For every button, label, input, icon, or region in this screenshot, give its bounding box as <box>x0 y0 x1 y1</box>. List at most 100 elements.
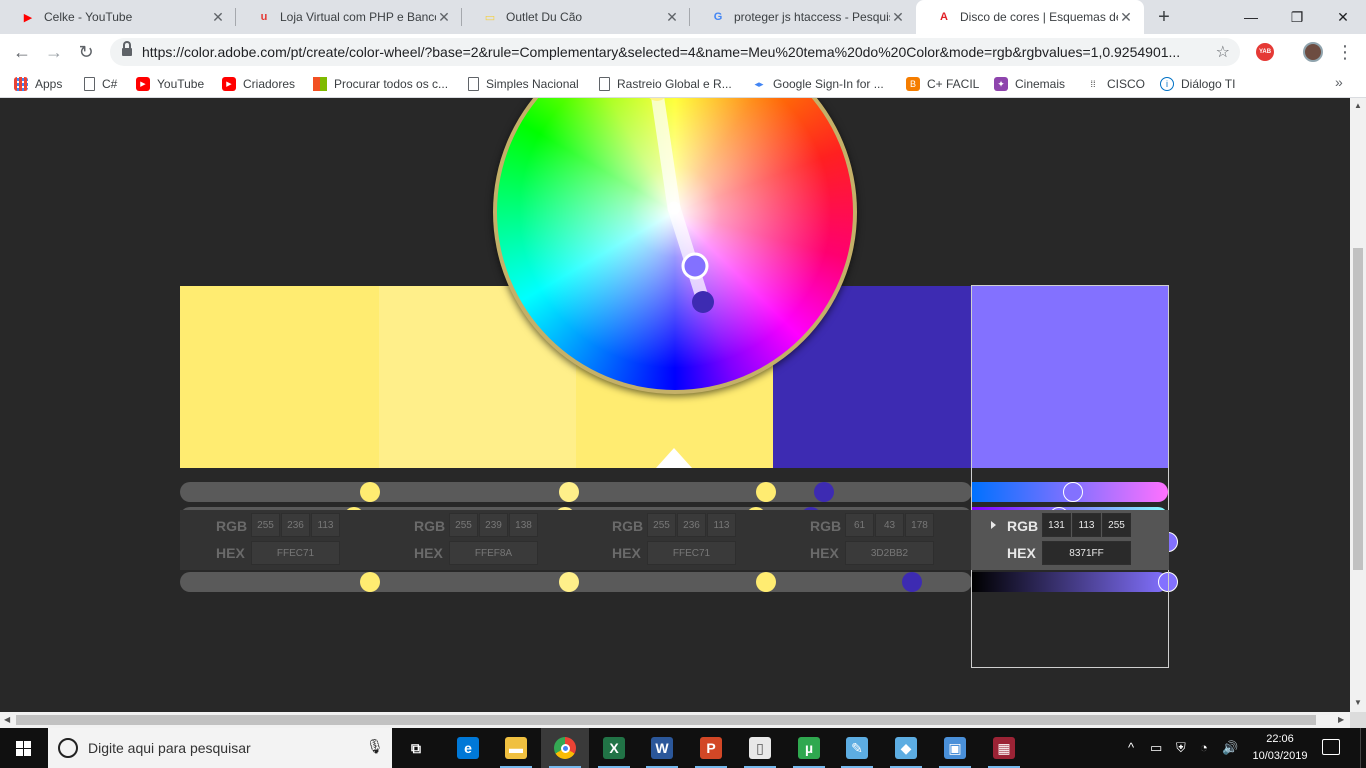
reload-button[interactable]: ↻ <box>74 40 98 64</box>
red-value-field[interactable]: 255 <box>251 513 280 537</box>
red-value-field[interactable]: 131 <box>1042 513 1071 537</box>
rgb-mode-label[interactable]: RGB <box>810 518 841 534</box>
color-wheel[interactable] <box>493 98 857 394</box>
tab-outlet-du-cao[interactable]: ▭ Outlet Du Cão ✕ <box>462 0 690 34</box>
hex-value-field[interactable]: FFEF8A <box>449 541 538 565</box>
maximize-button[interactable]: ❐ <box>1274 0 1320 34</box>
taskbar-clock[interactable]: 22:06 10/03/2019 <box>1250 731 1310 765</box>
rgb-mode-label[interactable]: RGB <box>1007 518 1038 534</box>
close-tab-icon[interactable]: ✕ <box>210 9 226 26</box>
close-tab-icon[interactable]: ✕ <box>664 9 680 26</box>
yab-extension-icon[interactable]: YAB <box>1256 43 1274 61</box>
file-explorer-taskbar-button[interactable]: ▬ <box>492 728 540 768</box>
slider-knob-col1-row1[interactable] <box>360 482 381 502</box>
tab-loja-virtual[interactable]: u Loja Virtual com PHP e Banco d ✕ <box>236 0 462 34</box>
blue-value-field[interactable]: 113 <box>311 513 340 537</box>
task-view-taskbar-button[interactable]: ⧉ <box>392 728 440 768</box>
show-desktop-button[interactable] <box>1360 728 1366 768</box>
green-value-field[interactable]: 236 <box>281 513 310 537</box>
slider-knob-col3-row1[interactable] <box>756 482 777 502</box>
start-button[interactable] <box>0 728 48 768</box>
microphone-icon[interactable]: 🎙 <box>366 738 384 755</box>
close-window-button[interactable]: ✕ <box>1320 0 1366 34</box>
close-tab-icon[interactable]: ✕ <box>1118 9 1134 26</box>
taskbar-search[interactable]: Digite aqui para pesquisar 🎙 <box>48 728 392 768</box>
volume-icon[interactable]: 🔊 <box>1222 740 1238 756</box>
vertical-scrollbar[interactable]: ▲ ▼ <box>1350 98 1366 712</box>
bookmark-simples-nacional[interactable]: Simples Nacional <box>468 75 579 93</box>
new-tab-button[interactable]: + <box>1152 5 1176 29</box>
hex-value-field[interactable]: 8371FF <box>1042 541 1131 565</box>
winrar-taskbar-button[interactable]: ▦ <box>980 728 1028 768</box>
blue-value-field[interactable]: 113 <box>707 513 736 537</box>
green-value-field[interactable]: 113 <box>1072 513 1101 537</box>
bookmark-procurar-todos-os-c[interactable]: Procurar todos os c... <box>313 75 448 93</box>
tab-google-search[interactable]: G proteger js htaccess - Pesquisa ✕ <box>690 0 916 34</box>
secondary-handle[interactable] <box>646 98 668 101</box>
defender-icon[interactable]: ⛨ <box>1176 740 1186 756</box>
color-swatch-1[interactable] <box>180 286 379 468</box>
slider-knob-col2-row4[interactable] <box>559 572 580 592</box>
excel-taskbar-button[interactable]: X <box>590 728 638 768</box>
battery-icon[interactable]: ▭ <box>1150 740 1162 756</box>
bookmark-google-sign-in-for[interactable]: ◂▸ Google Sign-In for ... <box>752 75 883 93</box>
url-text[interactable]: https://color.adobe.com/pt/create/color-… <box>142 44 1202 60</box>
bookmark-c[interactable]: C# <box>84 75 117 93</box>
close-tab-icon[interactable]: ✕ <box>436 9 452 26</box>
word-taskbar-button[interactable]: W <box>638 728 686 768</box>
bookmark-criadores[interactable]: ▶ Criadores <box>222 75 295 93</box>
bookmark-rastreio-global-e-r[interactable]: Rastreio Global e R... <box>599 75 732 93</box>
tab-adobe-color[interactable]: A Disco de cores | Esquemas de c ✕ <box>916 0 1144 34</box>
slider-knob-col3-row4[interactable] <box>756 572 777 592</box>
tray-chevron-icon[interactable]: ^ <box>1128 740 1134 755</box>
paint-taskbar-button[interactable]: ✎ <box>833 728 881 768</box>
notifications-icon[interactable] <box>1322 739 1340 755</box>
hex-value-field[interactable]: FFEC71 <box>647 541 736 565</box>
address-bar[interactable]: https://color.adobe.com/pt/create/color-… <box>110 38 1240 66</box>
close-tab-icon[interactable]: ✕ <box>890 9 906 26</box>
scroll-left-icon[interactable]: ◀ <box>4 715 10 724</box>
scroll-up-icon[interactable]: ▲ <box>1354 101 1362 110</box>
more-menu-icon[interactable]: ⋮ <box>1336 40 1354 64</box>
selected-color-handle[interactable] <box>681 252 709 280</box>
green-value-field[interactable]: 43 <box>875 513 904 537</box>
rgb-mode-label[interactable]: RGB <box>612 518 643 534</box>
red-value-field[interactable]: 255 <box>647 513 676 537</box>
hex-value-field[interactable]: FFEC71 <box>251 541 340 565</box>
complementary-handle[interactable] <box>692 291 714 313</box>
bookmark-di-logo-ti[interactable]: i Diálogo TI <box>1160 75 1235 93</box>
app-taskbar-button[interactable]: ◆ <box>882 728 930 768</box>
rgb-mode-label[interactable]: RGB <box>414 518 445 534</box>
red-value-field[interactable]: 255 <box>449 513 478 537</box>
bookmark-star-icon[interactable]: ☆ <box>1216 42 1230 62</box>
slider-knob-col1-row4[interactable] <box>360 572 381 592</box>
chrome-taskbar-button[interactable] <box>541 728 589 768</box>
red-value-field[interactable]: 61 <box>845 513 874 537</box>
back-button[interactable]: ← <box>10 40 34 64</box>
blue-value-field[interactable]: 178 <box>905 513 934 537</box>
bookmark-youtube[interactable]: ▶ YouTube <box>136 75 204 93</box>
powerpoint-taskbar-button[interactable]: P <box>687 728 735 768</box>
rgb-mode-label[interactable]: RGB <box>216 518 247 534</box>
mode-dropdown-icon[interactable] <box>991 521 996 529</box>
scroll-down-icon[interactable]: ▼ <box>1354 698 1362 707</box>
tab-celke-youtube[interactable]: ▶ Celke - YouTube ✕ <box>0 0 236 34</box>
green-value-field[interactable]: 236 <box>677 513 706 537</box>
minimize-button[interactable]: — <box>1228 0 1274 34</box>
slider-knob-col2-row1[interactable] <box>559 482 580 502</box>
virtualbox-taskbar-button[interactable]: ▣ <box>931 728 979 768</box>
notepad-taskbar-button[interactable]: ▯ <box>736 728 784 768</box>
avatar[interactable] <box>1303 42 1323 62</box>
forward-button[interactable]: → <box>42 40 66 64</box>
hex-value-field[interactable]: 3D2BB2 <box>845 541 934 565</box>
green-value-field[interactable]: 239 <box>479 513 508 537</box>
bookmark-c-facil[interactable]: B C+ FACIL <box>906 75 979 93</box>
edge-taskbar-button[interactable]: e <box>444 728 492 768</box>
slider-knob-col4-row4[interactable] <box>901 572 922 592</box>
bookmark-apps[interactable]: Apps <box>14 75 62 93</box>
scroll-right-icon[interactable]: ▶ <box>1338 715 1344 724</box>
utorrent-taskbar-button[interactable]: µ <box>785 728 833 768</box>
horizontal-scroll-thumb[interactable] <box>16 715 1316 725</box>
blue-value-field[interactable]: 255 <box>1102 513 1131 537</box>
bookmarks-overflow-icon[interactable]: » <box>1335 74 1343 90</box>
